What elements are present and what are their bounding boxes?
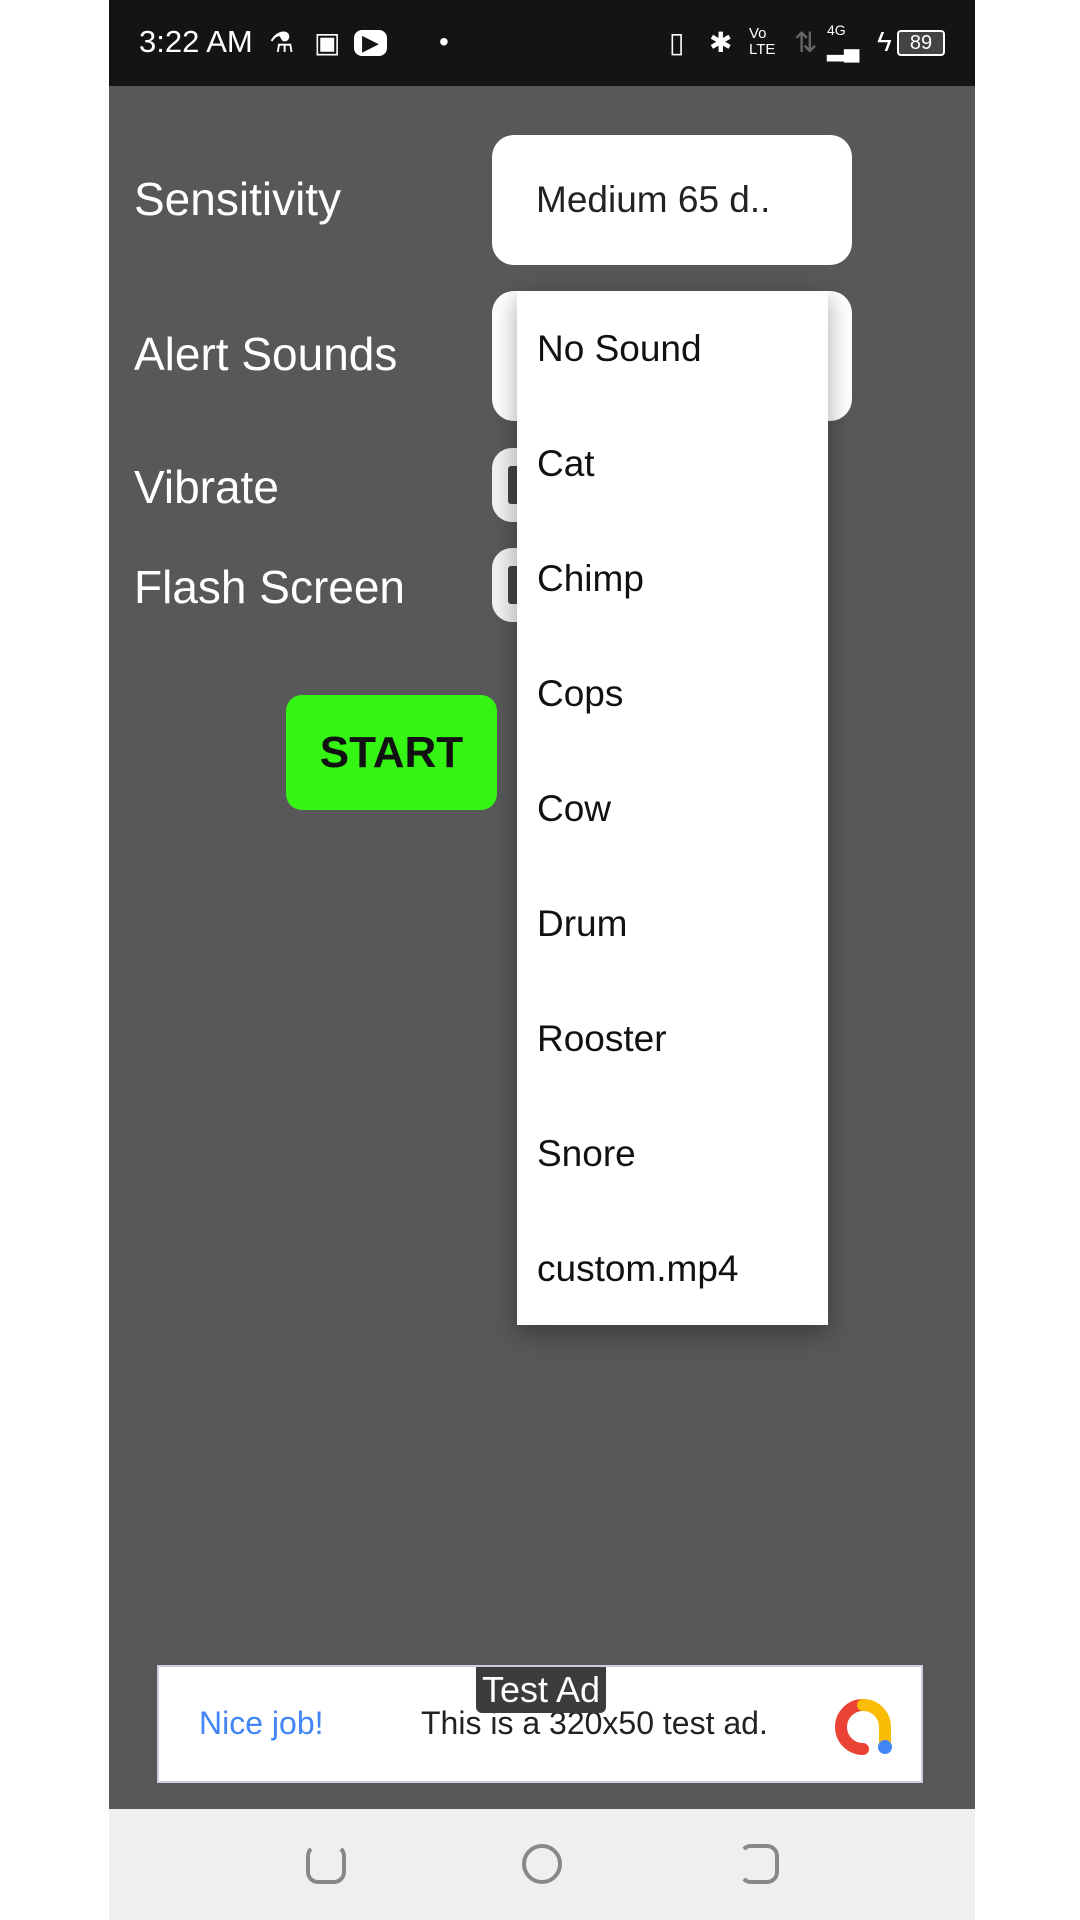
app-screen: 3:22 AM ⚗ ▣ ▶ • ▯ ✱ Vo LTE ⇅ 4G ▂▄ ϟ 89 …: [109, 0, 975, 1920]
start-button[interactable]: START: [286, 695, 497, 810]
data-arrows-icon: ⇅: [794, 27, 818, 58]
signal-icon: ▂▄: [827, 36, 860, 61]
alert-sounds-dropdown: No Sound Cat Chimp Cops Cow Drum Rooster…: [517, 291, 828, 1325]
dropdown-option[interactable]: No Sound: [517, 291, 828, 406]
sensitivity-spinner[interactable]: Medium 65 d..: [492, 135, 852, 265]
back-icon[interactable]: [739, 1844, 779, 1884]
dropdown-option[interactable]: Cat: [517, 406, 828, 521]
admob-logo-icon: [835, 1699, 892, 1755]
dot-icon: •: [439, 26, 449, 57]
dropdown-option[interactable]: Snore: [517, 1096, 828, 1211]
flash-screen-label: Flash Screen: [134, 561, 406, 613]
youtube-icon: ▶: [354, 30, 387, 56]
battery-indicator: 89: [897, 30, 945, 56]
ad-headline: Nice job!: [199, 1705, 324, 1741]
sensitivity-value: Medium 65 d..: [536, 179, 771, 220]
charging-icon: ϟ: [877, 26, 892, 57]
status-time: 3:22 AM: [139, 24, 253, 59]
home-icon[interactable]: [522, 1844, 562, 1884]
dropdown-option[interactable]: Drum: [517, 866, 828, 981]
recents-icon[interactable]: [306, 1844, 346, 1884]
flask-icon: ⚗: [269, 27, 295, 58]
vibrate-label: Vibrate: [134, 461, 279, 513]
media-icon: ▣: [314, 27, 341, 58]
vibrate-icon: ▯: [669, 27, 685, 58]
volte-icon: Vo LTE: [749, 25, 776, 58]
alert-sounds-label: Alert Sounds: [134, 328, 398, 380]
sensitivity-label: Sensitivity: [134, 173, 342, 225]
status-bar: 3:22 AM ⚗ ▣ ▶ • ▯ ✱ Vo LTE ⇅ 4G ▂▄ ϟ 89: [109, 0, 975, 86]
dropdown-option[interactable]: Chimp: [517, 521, 828, 636]
dropdown-option[interactable]: Cops: [517, 636, 828, 751]
dropdown-option[interactable]: Rooster: [517, 981, 828, 1096]
ad-tag: Test Ad: [476, 1667, 607, 1713]
dropdown-option[interactable]: custom.mp4: [517, 1211, 828, 1326]
bluetooth-icon: ✱: [709, 27, 733, 58]
navigation-bar: [109, 1809, 975, 1920]
dropdown-option[interactable]: Cow: [517, 751, 828, 866]
ad-banner[interactable]: Nice job! This is a 320x50 test ad. Test…: [157, 1665, 923, 1783]
